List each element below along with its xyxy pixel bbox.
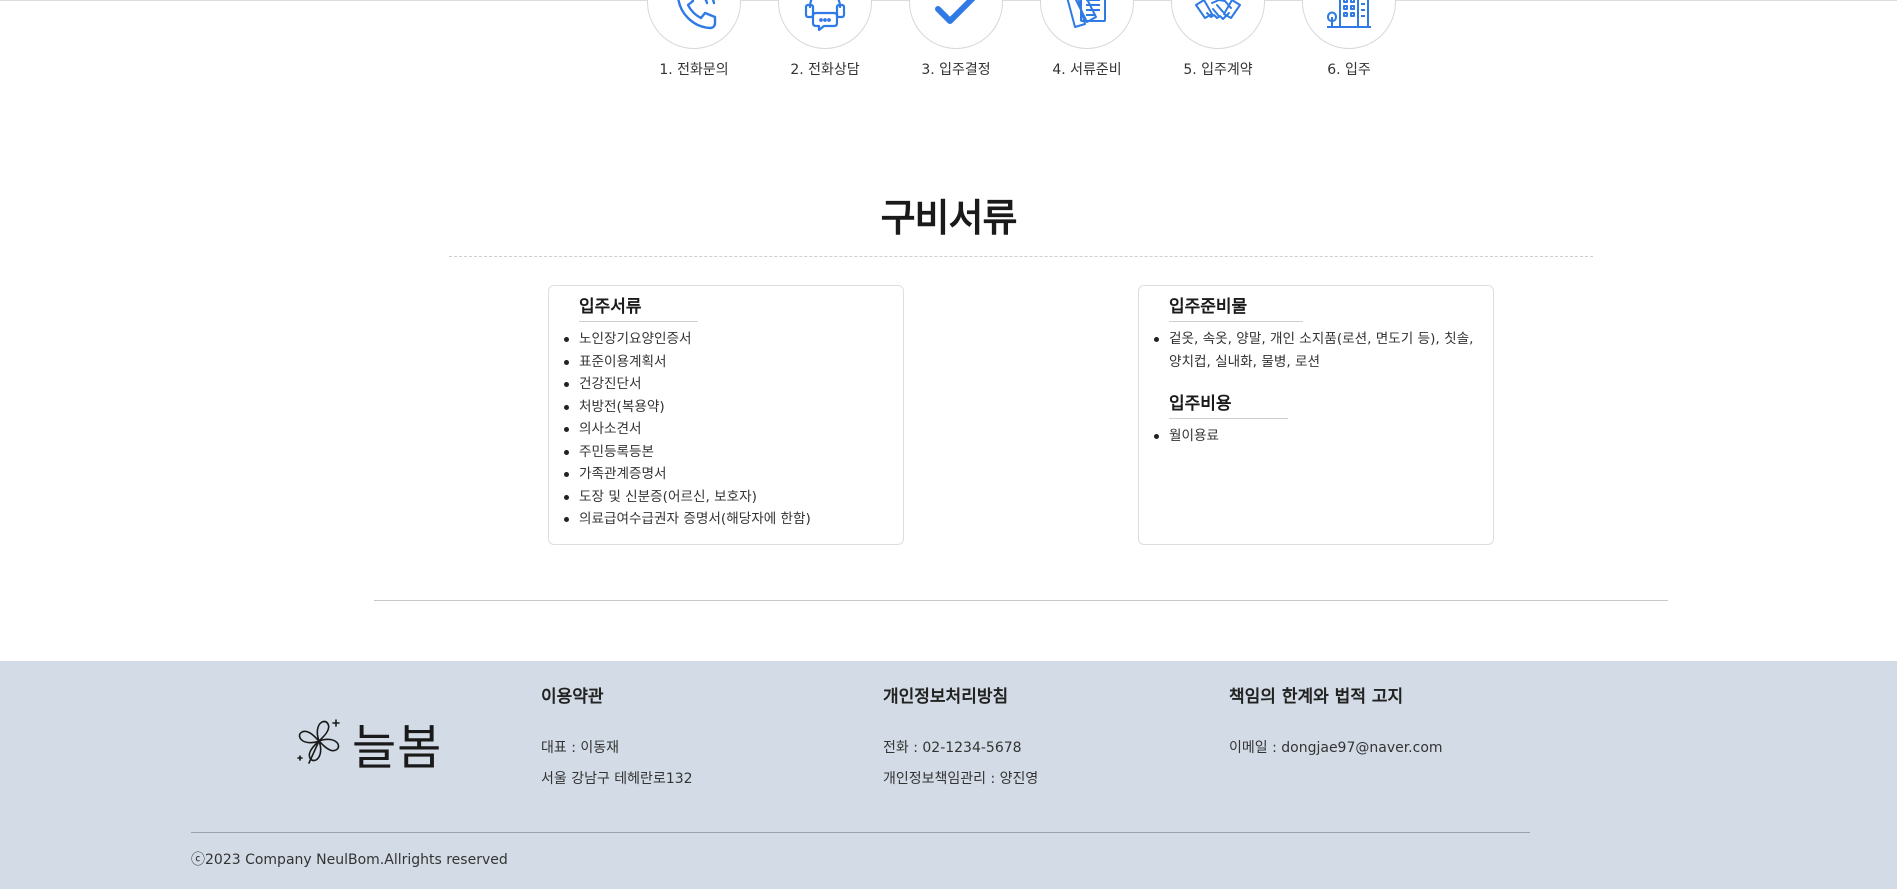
privacy-policy-link[interactable]: 개인정보처리방침 [883, 682, 1038, 707]
section-divider [449, 256, 1593, 257]
list-item: 노인장기요양인증서 [564, 328, 891, 351]
footer-col-terms: 이용약관 대표 : 이동재 서울 강남구 테헤란로132 [541, 682, 693, 788]
step-circle [647, 0, 741, 49]
section-title: 구비서류 [880, 196, 1018, 240]
list-item: 가족관계증명서 [564, 463, 891, 486]
privacy-manager-text: 개인정보책임관리 : 양진영 [883, 771, 1039, 787]
footer-col-legal: 책임의 한계와 법적 고지 이메일 : dongjae97@naver.com [1229, 682, 1443, 757]
cost-list: 월이용료 [1154, 425, 1481, 448]
process-steps: 1. 전화문의 2. 전화상담 3. 입주결정 4. 서류준비 5. 입주계약 … [0, 0, 1897, 120]
step-label: 6. 입주 [1327, 62, 1371, 78]
supplies-card: 입주준비물 겉옷, 속옷, 양말, 개인 소지품(로션, 면도기 등), 칫솔,… [1138, 285, 1494, 545]
list-item: 의사소견서 [564, 418, 891, 441]
clover-icon [292, 714, 346, 772]
site-footer: 늘봄 이용약관 대표 : 이동재 서울 강남구 테헤란로132 개인정보처리방침… [0, 661, 1897, 889]
supplies-heading: 입주준비물 [1169, 292, 1304, 322]
phone-text: 전화 : 02-1234-5678 [883, 740, 1022, 756]
supplies-list: 겉옷, 속옷, 양말, 개인 소지품(로션, 면도기 등), 칫솔, 양치컵, … [1154, 328, 1481, 373]
logo[interactable]: 늘봄 [292, 708, 442, 778]
step-circle [1040, 0, 1134, 49]
step-circle [778, 0, 872, 49]
list-item: 월이용료 [1154, 425, 1481, 448]
list-item: 의료급여수급권자 증명서(해당자에 한함) [564, 508, 891, 531]
terms-link[interactable]: 이용약관 [541, 682, 693, 707]
list-item: 건강진단서 [564, 373, 891, 396]
footer-divider [191, 832, 1530, 833]
ceo-text: 대표 : 이동재 [541, 740, 620, 756]
content-divider [374, 600, 1668, 601]
cost-heading: 입주비용 [1169, 389, 1288, 419]
documents-heading: 입주서류 [579, 292, 698, 322]
footer-col-privacy: 개인정보처리방침 전화 : 02-1234-5678 개인정보책임관리 : 양진… [883, 682, 1038, 788]
list-item: 처방전(복용약) [564, 396, 891, 419]
step-move-in[interactable]: 6. 입주 [1269, 0, 1429, 79]
list-item: 겉옷, 속옷, 양말, 개인 소지품(로션, 면도기 등), 칫솔, 양치컵, … [1154, 328, 1481, 373]
logo-text: 늘봄 [352, 720, 443, 776]
list-item: 주민등록등본 [564, 441, 891, 464]
step-circle [1171, 0, 1265, 49]
step-circle [1302, 0, 1396, 49]
documents-list: 노인장기요양인증서 표준이용계획서 건강진단서 처방전(복용약) 의사소견서 주… [564, 328, 891, 531]
copyright-text: ⓒ2023 Company NeulBom.Allrights reserved [191, 852, 508, 868]
list-item: 도장 및 신분증(어르신, 보호자) [564, 486, 891, 509]
cost-block: 입주비용 월이용료 [1154, 389, 1481, 448]
address-text: 서울 강남구 테헤란로132 [541, 771, 693, 787]
documents-card: 입주서류 노인장기요양인증서 표준이용계획서 건강진단서 처방전(복용약) 의사… [548, 285, 904, 545]
step-circle [909, 0, 1003, 49]
legal-notice-link[interactable]: 책임의 한계와 법적 고지 [1229, 682, 1443, 707]
list-item: 표준이용계획서 [564, 351, 891, 374]
email-text: 이메일 : dongjae97@naver.com [1229, 740, 1443, 756]
